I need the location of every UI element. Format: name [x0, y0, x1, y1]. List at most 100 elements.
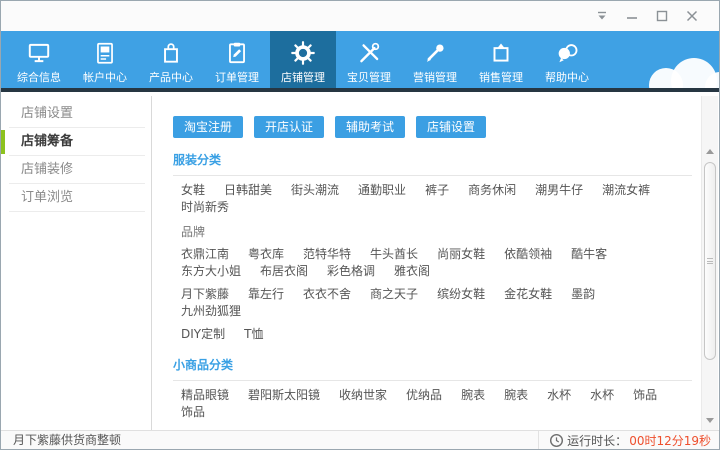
category-link[interactable]: 缤纷女鞋	[437, 286, 485, 303]
category-link[interactable]: 腕表	[461, 387, 485, 404]
category-link[interactable]: 水杯	[590, 387, 614, 404]
nav-item-0[interactable]: 综合信息	[6, 31, 72, 88]
category-link[interactable]: 商之天子	[370, 286, 418, 303]
nav-item-label: 销售管理	[479, 69, 523, 85]
scrollbar-thumb[interactable]	[704, 162, 716, 360]
shop-sign-icon	[488, 40, 514, 66]
runtime-value: 00时12分19秒	[629, 432, 711, 449]
sidebar: 店铺设置店铺筹备店铺装修订单浏览	[1, 96, 152, 430]
category-link[interactable]: DIY定制	[181, 326, 225, 343]
toolbar-button-3[interactable]: 店铺设置	[416, 116, 486, 138]
category-link[interactable]: 时尚新秀	[181, 199, 229, 216]
category-link[interactable]: T恤	[244, 326, 263, 343]
nav-item-8[interactable]: 帮助中心	[534, 31, 600, 88]
vertical-scrollbar[interactable]	[701, 96, 718, 430]
sidebar-item-0[interactable]: 店铺设置	[1, 100, 151, 128]
category-link[interactable]: 饰品	[633, 387, 657, 404]
category-link[interactable]: 潮流女裤	[602, 182, 650, 199]
category-link[interactable]: 月下紫藤	[181, 286, 229, 303]
category-link[interactable]: 东方大小姐	[181, 263, 241, 280]
close-icon	[685, 10, 699, 23]
nav-item-label: 综合信息	[17, 69, 61, 85]
category-link[interactable]: 潮男牛仔	[535, 182, 583, 199]
category-link[interactable]: 精品眼镜	[181, 387, 229, 404]
skin-menu-button[interactable]	[593, 8, 611, 24]
shopping-bag-icon	[158, 40, 184, 66]
nav-item-7[interactable]: 销售管理	[468, 31, 534, 88]
category-link[interactable]: 酷牛客	[571, 246, 607, 263]
category-link[interactable]: 饰品	[181, 404, 205, 421]
window-controls	[593, 8, 701, 24]
microphone-icon	[422, 40, 448, 66]
sections-container: 服装分类女鞋日韩甜美街头潮流通勤职业裤子商务休闲潮男牛仔潮流女裤时尚新秀品牌衣鼎…	[173, 151, 692, 430]
category-link[interactable]: 裤子	[425, 182, 449, 199]
category-link[interactable]: 布居衣阁	[260, 263, 308, 280]
nav-item-label: 帮助中心	[545, 69, 589, 85]
category-link[interactable]: 金花女鞋	[504, 286, 552, 303]
category-link[interactable]: 彩色格调	[327, 263, 375, 280]
toolbar: 淘宝注册开店认证辅助考试店铺设置	[173, 116, 692, 138]
category-link[interactable]: 收纳世家	[339, 387, 387, 404]
runtime-status: 运行时长： 00时12分19秒	[538, 431, 711, 449]
category-link[interactable]: 女鞋	[181, 182, 205, 199]
category-link[interactable]: 墨韵	[571, 286, 595, 303]
category-link[interactable]: 腕表	[504, 387, 528, 404]
nav-item-6[interactable]: 营销管理	[402, 31, 468, 88]
nav-item-label: 店铺管理	[281, 69, 325, 85]
group-label: 品牌	[173, 224, 692, 240]
category-link[interactable]: 依酷领袖	[504, 246, 552, 263]
sidebar-item-2[interactable]: 店铺装修	[1, 156, 151, 184]
category-link[interactable]: 范特华特	[303, 246, 351, 263]
category-link[interactable]: 日韩甜美	[224, 182, 272, 199]
nav-item-3[interactable]: 订单管理	[204, 31, 270, 88]
category-link[interactable]: 衣鼎江南	[181, 246, 229, 263]
category-link[interactable]: 碧阳斯太阳镜	[248, 387, 320, 404]
scrollbar-grip	[707, 258, 713, 264]
close-button[interactable]	[683, 8, 701, 24]
category-link[interactable]: 尚丽女鞋	[437, 246, 485, 263]
category-link[interactable]: 九州劲狐狸	[181, 303, 241, 320]
category-link[interactable]: 商务休闲	[468, 182, 516, 199]
chevron-down-icon	[595, 10, 609, 23]
app-window: 综合信息帐户中心产品中心订单管理 店铺管理宝贝管理营销管理 销售管理 帮助中心 店铺设…	[0, 0, 720, 450]
sidebar-item-3[interactable]: 订单浏览	[1, 184, 151, 212]
sidebar-item-label: 店铺设置	[21, 106, 73, 121]
nav-item-2[interactable]: 产品中心	[138, 31, 204, 88]
toolbar-button-2[interactable]: 辅助考试	[335, 116, 405, 138]
nav-item-5[interactable]: 宝贝管理	[336, 31, 402, 88]
maximize-button[interactable]	[653, 8, 671, 24]
category-links-row: DIY定制 T恤	[173, 326, 692, 343]
monitor-icon	[26, 40, 52, 66]
sidebar-item-1[interactable]: 店铺筹备	[1, 128, 151, 156]
runtime-label: 运行时长：	[567, 432, 627, 449]
nav-item-4[interactable]: 店铺管理	[270, 31, 336, 88]
nav-item-label: 订单管理	[215, 69, 259, 85]
nav-item-label: 营销管理	[413, 69, 457, 85]
main-panel: 淘宝注册开店认证辅助考试店铺设置 服装分类女鞋日韩甜美街头潮流通勤职业裤子商务休…	[153, 96, 718, 430]
category-link[interactable]: 优纳品	[406, 387, 442, 404]
category-link[interactable]: 雅衣阁	[394, 263, 430, 280]
section-title-1: 小商品分类	[173, 356, 692, 381]
cloud-decoration	[643, 58, 719, 92]
category-link[interactable]: 靠左行	[248, 286, 284, 303]
selected-indicator-bar	[1, 130, 5, 154]
toolbar-button-1[interactable]: 开店认证	[254, 116, 324, 138]
category-links-row: 月下紫藤 靠左行 衣衣不舍 商之天子 缤纷女鞋 金花女鞋 墨韵九州劲狐狸	[173, 286, 692, 320]
category-link[interactable]: 街头潮流	[291, 182, 339, 199]
chat-bubbles-icon	[554, 40, 580, 66]
scroll-down-arrow-icon[interactable]	[702, 414, 718, 426]
nav-item-1[interactable]: 帐户中心	[72, 31, 138, 88]
category-link[interactable]: 粤衣库	[248, 246, 284, 263]
category-link[interactable]: 通勤职业	[358, 182, 406, 199]
clipboard-icon	[224, 40, 250, 66]
tools-icon	[356, 40, 382, 66]
scroll-up-arrow-icon[interactable]	[702, 146, 718, 158]
divider	[9, 211, 145, 212]
minimize-button[interactable]	[623, 8, 641, 24]
category-link[interactable]: 衣衣不舍	[303, 286, 351, 303]
category-link[interactable]: 牛头酋长	[370, 246, 418, 263]
minimize-icon	[625, 10, 639, 23]
titlebar	[1, 1, 719, 31]
category-link[interactable]: 水杯	[547, 387, 571, 404]
toolbar-button-0[interactable]: 淘宝注册	[173, 116, 243, 138]
